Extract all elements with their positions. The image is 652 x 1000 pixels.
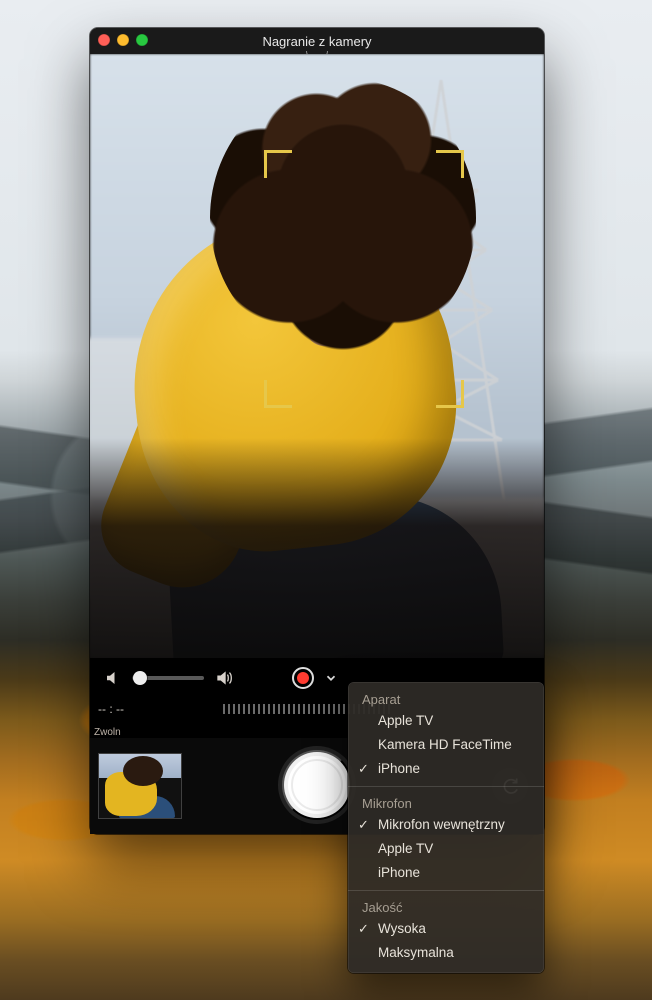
menu-separator <box>348 786 544 787</box>
menu-item-label: Maksymalna <box>378 945 454 960</box>
titlebar[interactable]: Nagranie z kamery <box>90 28 544 54</box>
shutter-button[interactable] <box>282 750 352 820</box>
focus-bracket-icon <box>264 380 292 408</box>
menu-item-camera-iphone[interactable]: ✓ iPhone <box>348 757 544 781</box>
check-icon: ✓ <box>358 919 369 939</box>
menu-item-label: Apple TV <box>378 713 433 728</box>
elapsed-time: -- : -- <box>98 702 124 716</box>
slow-mo-label: Zwoln <box>94 727 121 738</box>
menu-item-mic-iphone[interactable]: iPhone <box>348 861 544 885</box>
record-options-menu: Aparat Apple TV Kamera HD FaceTime ✓ iPho… <box>348 682 544 973</box>
preview-person-hair <box>210 78 476 358</box>
menu-section-quality: Jakość <box>348 896 544 917</box>
menu-item-quality-high[interactable]: ✓ Wysoka <box>348 917 544 941</box>
thumbnail[interactable] <box>98 753 182 819</box>
menu-item-label: Apple TV <box>378 841 433 856</box>
volume-knob[interactable] <box>133 671 147 685</box>
focus-bracket-icon <box>264 150 292 178</box>
record-options-chevron[interactable] <box>320 667 342 689</box>
menu-item-mic-appletv[interactable]: Apple TV <box>348 837 544 861</box>
menu-item-mic-internal[interactable]: ✓ Mikrofon wewnętrzny <box>348 813 544 837</box>
menu-item-quality-max[interactable]: Maksymalna <box>348 941 544 965</box>
zoom-button[interactable] <box>136 34 148 46</box>
menu-section-camera: Aparat <box>348 688 544 709</box>
focus-bracket-icon <box>436 150 464 178</box>
minimize-button[interactable] <box>117 34 129 46</box>
menu-item-label: iPhone <box>378 761 420 776</box>
check-icon: ✓ <box>358 815 369 835</box>
menu-item-label: Mikrofon wewnętrzny <box>378 817 505 832</box>
volume-slider[interactable] <box>132 676 204 680</box>
thumbnail-hair <box>123 756 163 786</box>
menu-item-label: iPhone <box>378 865 420 880</box>
menu-separator <box>348 890 544 891</box>
volume-controls <box>104 668 234 688</box>
volume-high-icon <box>214 668 234 688</box>
check-icon: ✓ <box>358 759 369 779</box>
close-button[interactable] <box>98 34 110 46</box>
record-button[interactable] <box>292 667 314 689</box>
camera-preview <box>90 54 544 658</box>
focus-bracket-icon <box>436 380 464 408</box>
record-controls <box>292 667 342 689</box>
menu-item-label: Kamera HD FaceTime <box>378 737 512 752</box>
menu-section-microphone: Mikrofon <box>348 792 544 813</box>
volume-low-icon <box>104 669 122 687</box>
menu-item-camera-appletv[interactable]: Apple TV <box>348 709 544 733</box>
menu-item-label: Wysoka <box>378 921 426 936</box>
traffic-lights <box>98 34 148 46</box>
window-title: Nagranie z kamery <box>262 34 371 49</box>
record-dot-icon <box>297 672 309 684</box>
menu-item-camera-facetime[interactable]: Kamera HD FaceTime <box>348 733 544 757</box>
